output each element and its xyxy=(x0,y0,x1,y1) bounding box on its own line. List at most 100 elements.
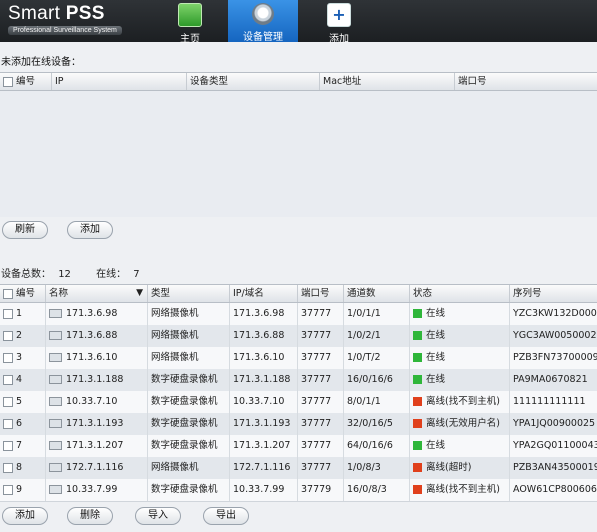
nav-add[interactable]: + 添加 xyxy=(308,0,370,45)
row-channels-text: 16/0/16/6 xyxy=(347,374,393,385)
row-serial-text: PZB3AN43500019 xyxy=(513,462,597,473)
row-no-text: 8 xyxy=(16,462,23,473)
col-mac[interactable]: Mac地址 xyxy=(320,73,455,90)
plus-icon: + xyxy=(327,3,351,27)
row-type: 数字硬盘录像机 xyxy=(148,391,230,413)
row-no-text: 1 xyxy=(16,308,23,319)
row-status-text: 在线 xyxy=(426,374,446,385)
row-status-text: 在线 xyxy=(426,308,446,319)
row-no: 2 xyxy=(0,325,46,347)
row-serial: AOW61CP8006065 xyxy=(510,479,597,501)
row-checkbox[interactable] xyxy=(3,330,13,341)
row-port: 37777 xyxy=(298,347,344,369)
row-status: 离线(超时) xyxy=(410,457,510,479)
table-row[interactable]: 9 10.33.7.99 数字硬盘录像机 10.33.7.99 37779 16/0/8/… xyxy=(0,479,597,502)
row-port: 37777 xyxy=(298,457,344,479)
sort-down-icon[interactable]: ▼ xyxy=(136,285,143,302)
row-channels-text: 1/0/1/1 xyxy=(347,308,381,319)
row-checkbox[interactable] xyxy=(3,308,13,319)
row-status-text: 离线(无效用户名) xyxy=(426,418,500,429)
row-ip-text: 171.3.1.193 xyxy=(233,418,291,429)
row-checkbox[interactable] xyxy=(3,374,13,385)
select-all-devices-checkbox[interactable] xyxy=(3,288,13,299)
row-port-text: 37777 xyxy=(301,308,332,319)
table-row[interactable]: 8 172.7.1.116 网络摄像机 172.7.1.116 37777 1/0/8/3… xyxy=(0,457,597,480)
app-logo: Smart PSS Professional Surveillance Syst… xyxy=(8,3,122,35)
logo-title-smart: Smart xyxy=(8,3,61,24)
row-ip-text: 10.33.7.10 xyxy=(233,396,285,407)
table-row[interactable]: 3 171.3.6.10 网络摄像机 171.3.6.10 37777 1/0/T/2 在线… xyxy=(0,347,597,370)
row-checkbox[interactable] xyxy=(3,462,13,473)
home-icon xyxy=(178,3,202,27)
col-status[interactable]: 状态 xyxy=(410,285,510,302)
row-ip: 171.3.1.193 xyxy=(230,413,298,435)
row-name: 171.3.6.98 xyxy=(46,303,148,325)
status-offline-icon xyxy=(413,397,422,406)
col-port[interactable]: 端口号 xyxy=(298,285,344,302)
nav-add-label: 添加 xyxy=(329,34,349,45)
row-port-text: 37777 xyxy=(301,374,332,385)
add-device-button[interactable]: 添加 xyxy=(2,507,48,525)
refresh-button[interactable]: 刷新 xyxy=(2,221,48,239)
row-channels: 1/0/1/1 xyxy=(344,303,410,325)
row-status-text: 在线 xyxy=(426,352,446,363)
col-ip-domain[interactable]: IP/域名 xyxy=(230,285,298,302)
col-type[interactable]: 类型 xyxy=(148,285,230,302)
select-all-checkbox[interactable] xyxy=(3,76,13,87)
delete-device-button[interactable]: 删除 xyxy=(67,507,113,525)
row-type-text: 数字硬盘录像机 xyxy=(151,484,218,495)
row-ip: 171.3.6.10 xyxy=(230,347,298,369)
table-row[interactable]: 2 171.3.6.88 网络摄像机 171.3.6.88 37777 1/0/2/1 在线… xyxy=(0,325,597,348)
row-type: 网络摄像机 xyxy=(148,457,230,479)
online-label: 在线： xyxy=(96,269,127,280)
col-select-all[interactable]: 编号 xyxy=(0,73,52,90)
col-port[interactable]: 端口号 xyxy=(455,73,597,90)
status-online-icon xyxy=(413,331,422,340)
row-name-text: 10.33.7.10 xyxy=(66,396,118,407)
col-select-all-devices[interactable]: 编号 xyxy=(0,285,46,302)
col-ip[interactable]: IP xyxy=(52,73,187,90)
row-ip: 172.7.1.116 xyxy=(230,457,298,479)
row-status: 离线(找不到主机) xyxy=(410,391,510,413)
col-serial[interactable]: 序列号 xyxy=(510,285,597,302)
row-port-text: 37777 xyxy=(301,462,332,473)
row-port: 37777 xyxy=(298,435,344,457)
col-device-type[interactable]: 设备类型 xyxy=(187,73,320,90)
table-row[interactable]: 1 171.3.6.98 网络摄像机 171.3.6.98 37777 1/0/1/1 在线… xyxy=(0,303,597,326)
row-ip-text: 171.3.1.207 xyxy=(233,440,291,451)
row-channels: 16/0/16/6 xyxy=(344,369,410,391)
top-bar: Smart PSS Professional Surveillance Syst… xyxy=(0,0,597,45)
unadded-devices-label: 未添加在线设备： xyxy=(1,57,81,68)
row-ip-text: 171.3.6.10 xyxy=(233,352,285,363)
row-channels-text: 32/0/16/5 xyxy=(347,418,393,429)
status-online-icon xyxy=(413,309,422,318)
row-checkbox[interactable] xyxy=(3,418,13,429)
row-type: 网络摄像机 xyxy=(148,303,230,325)
row-type: 数字硬盘录像机 xyxy=(148,479,230,501)
export-button[interactable]: 导出 xyxy=(203,507,249,525)
add-unadded-button[interactable]: 添加 xyxy=(67,221,113,239)
table-row[interactable]: 6 171.3.1.193 数字硬盘录像机 171.3.1.193 37777 32/0/… xyxy=(0,413,597,436)
row-ip-text: 172.7.1.116 xyxy=(233,462,291,473)
col-name[interactable]: 名称 ▼ xyxy=(46,285,148,302)
table-row[interactable]: 4 171.3.1.188 数字硬盘录像机 171.3.1.188 37777 16/0/… xyxy=(0,369,597,392)
row-ip: 10.33.7.99 xyxy=(230,479,298,501)
row-checkbox[interactable] xyxy=(3,484,13,495)
row-type-text: 数字硬盘录像机 xyxy=(151,396,218,407)
total-count: 12 xyxy=(58,269,71,280)
table-row[interactable]: 5 10.33.7.10 数字硬盘录像机 10.33.7.10 37777 8/0/1/1… xyxy=(0,391,597,414)
row-name-text: 171.3.1.188 xyxy=(66,374,124,385)
nav-device-management-label: 设备管理 xyxy=(243,32,283,43)
row-checkbox[interactable] xyxy=(3,396,13,407)
row-checkbox[interactable] xyxy=(3,352,13,363)
row-type-text: 网络摄像机 xyxy=(151,330,199,341)
import-button[interactable]: 导入 xyxy=(135,507,181,525)
row-ip-text: 171.3.6.98 xyxy=(233,308,285,319)
nav-device-management[interactable]: 设备管理 xyxy=(228,0,298,43)
row-checkbox[interactable] xyxy=(3,440,13,451)
row-port-text: 37777 xyxy=(301,352,332,363)
nav-home[interactable]: 主页 xyxy=(159,0,221,45)
table-row[interactable]: 7 171.3.1.207 数字硬盘录像机 171.3.1.207 37777 64/0/… xyxy=(0,435,597,458)
row-ip: 10.33.7.10 xyxy=(230,391,298,413)
col-channels[interactable]: 通道数 xyxy=(344,285,410,302)
